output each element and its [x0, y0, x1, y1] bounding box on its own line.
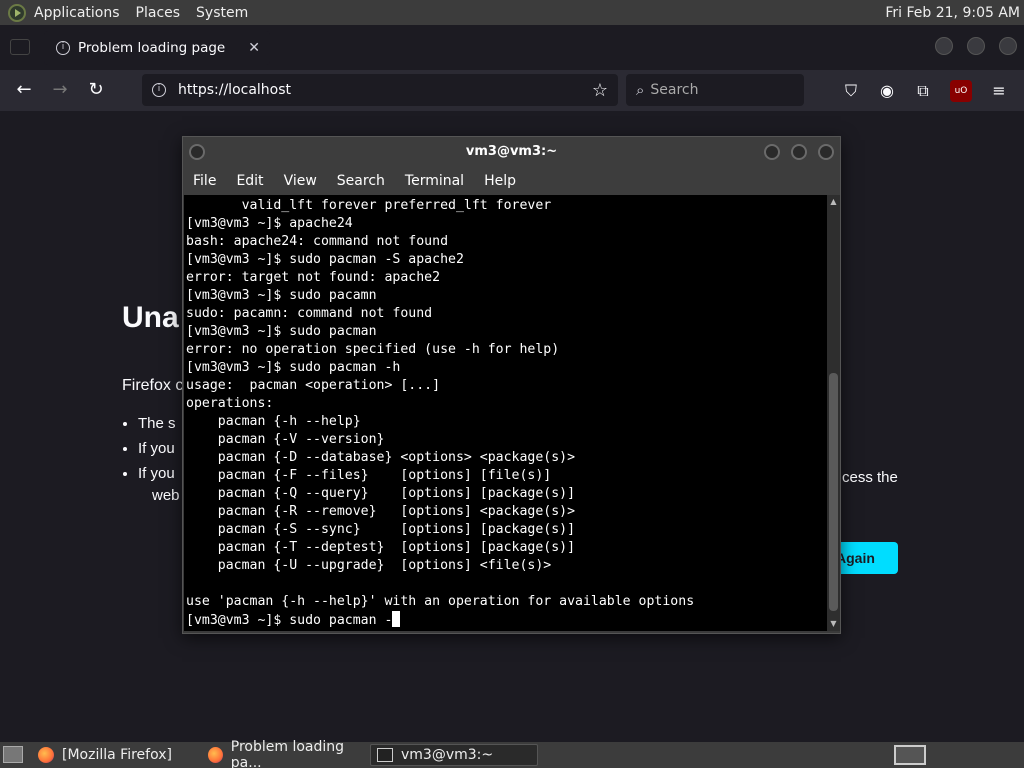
terminal-line: use 'pacman {-h --help}' with an operati… — [186, 594, 695, 609]
terminal-line: pacman {-U --upgrade} [options] <file(s)… — [186, 558, 552, 573]
firefox-icon — [208, 747, 223, 763]
terminal-title[interactable]: vm3@vm3:~ — [183, 137, 840, 167]
maximize-window-icon[interactable] — [967, 37, 985, 55]
terminal-line: bash: apache24: command not found — [186, 234, 449, 249]
error-description: Firefox c — [122, 377, 184, 394]
terminal-line: pacman {-R --remove} [options] <package(… — [186, 504, 576, 519]
task-label: [Mozilla Firefox] — [62, 747, 172, 763]
task-problem-loading[interactable]: Problem loading pa... — [202, 739, 368, 768]
menu-search[interactable]: Search — [327, 173, 395, 189]
close-window-icon[interactable] — [999, 37, 1017, 55]
forward-icon[interactable]: → — [46, 78, 74, 102]
places-menu[interactable]: Places — [128, 0, 189, 25]
terminal-line: operations: — [186, 396, 274, 411]
close-tab-icon[interactable]: ✕ — [248, 40, 260, 56]
scrollbar-thumb[interactable] — [829, 373, 838, 611]
terminal-scrollbar[interactable]: ▲ ▼ — [827, 195, 840, 631]
bookmark-star-icon[interactable]: ☆ — [592, 80, 608, 101]
terminal-window: vm3@vm3:~ File Edit View Search Terminal… — [182, 136, 841, 634]
url-bar[interactable]: i https://localhost ☆ — [142, 74, 618, 106]
reload-icon[interactable]: ↻ — [82, 78, 110, 102]
list-item: The s — [138, 415, 176, 432]
menu-file[interactable]: File — [183, 173, 226, 189]
close-icon[interactable] — [818, 144, 834, 160]
top-panel: Applications Places System Fri Feb 21, 9… — [0, 0, 1024, 25]
text-cursor — [392, 611, 401, 627]
menu-view[interactable]: View — [274, 173, 327, 189]
scroll-down-icon[interactable]: ▼ — [829, 619, 838, 629]
scroll-up-icon[interactable]: ▲ — [829, 197, 838, 207]
menu-edit[interactable]: Edit — [226, 173, 273, 189]
suggestion-fragment: cess the — [842, 469, 898, 486]
terminal-output[interactable]: valid_lft forever preferred_lft forever … — [184, 195, 827, 631]
distro-logo-icon[interactable] — [8, 3, 26, 22]
minimize-icon[interactable] — [764, 144, 780, 160]
terminal-line: [vm3@vm3 ~]$ sudo pacman — [186, 324, 377, 339]
search-input[interactable]: ⌕ Search — [626, 74, 804, 106]
firefox-icon — [38, 747, 54, 763]
terminal-line: sudo: pacamn: command not found — [186, 306, 433, 321]
terminal-line: pacman {-h --help} — [186, 414, 361, 429]
task-terminal[interactable]: vm3@vm3:~ — [370, 744, 538, 766]
tab-title: Problem loading page — [78, 40, 226, 56]
task-mozilla-firefox[interactable]: [Mozilla Firefox] — [32, 744, 198, 766]
firefox-view-icon[interactable] — [10, 39, 30, 55]
tab-problem-loading[interactable]: i Problem loading page ✕ — [44, 31, 270, 65]
terminal-line: pacman {-F --files} [options] [file(s)] — [186, 468, 552, 483]
window-menu-icon[interactable] — [189, 144, 205, 160]
menu-help[interactable]: Help — [474, 173, 526, 189]
app-menu-icon[interactable]: ≡ — [988, 80, 1010, 102]
system-menu[interactable]: System — [188, 0, 256, 25]
bottom-taskbar: [Mozilla Firefox] Problem loading pa... … — [0, 739, 1024, 768]
url-text[interactable]: https://localhost — [178, 82, 291, 98]
search-placeholder: Search — [650, 82, 699, 98]
info-icon: i — [56, 41, 70, 55]
terminal-line: [vm3@vm3 ~]$ apache24 — [186, 216, 353, 231]
ublock-origin-icon[interactable]: uO — [950, 80, 972, 102]
terminal-line: pacman {-S --sync} [options] [package(s)… — [186, 522, 576, 537]
search-icon: ⌕ — [636, 81, 645, 99]
terminal-lines[interactable]: valid_lft forever preferred_lft forever … — [184, 195, 827, 630]
suggestion-continuation: web — [152, 487, 180, 504]
terminal-line: pacman {-V --version} — [186, 432, 385, 447]
error-heading: Una — [122, 301, 179, 334]
show-desktop-icon[interactable] — [3, 746, 23, 763]
terminal-line: [vm3@vm3 ~]$ sudo pacman -S apache2 — [186, 252, 464, 267]
terminal-line: error: no operation specified (use -h fo… — [186, 342, 560, 357]
terminal-line: valid_lft forever preferred_lft forever — [186, 198, 552, 213]
list-item: If you — [138, 440, 176, 457]
terminal-line: [vm3@vm3 ~]$ sudo pacamn — [186, 288, 377, 303]
clock[interactable]: Fri Feb 21, 9:05 AM — [885, 5, 1024, 21]
minimize-window-icon[interactable] — [935, 37, 953, 55]
terminal-line: pacman {-T --deptest} [options] [package… — [186, 540, 576, 555]
prompt-line: [vm3@vm3 ~]$ sudo pacman - — [186, 613, 393, 628]
task-label: Problem loading pa... — [230, 739, 345, 768]
terminal-line: pacman {-D --database} <options> <packag… — [186, 450, 576, 465]
terminal-line: pacman {-Q --query} [options] [package(s… — [186, 486, 576, 501]
site-info-icon[interactable]: i — [152, 83, 166, 97]
terminal-menu-bar: File Edit View Search Terminal Help — [183, 167, 840, 195]
pocket-icon[interactable]: ⛉ — [840, 80, 862, 102]
terminal-line: error: target not found: apache2 — [186, 270, 441, 285]
terminal-icon — [377, 748, 393, 762]
back-icon[interactable]: ← — [10, 78, 38, 102]
firefox-tab-bar: i Problem loading page ✕ — [0, 25, 1024, 70]
terminal-line: [vm3@vm3 ~]$ sudo pacman -h — [186, 360, 401, 375]
maximize-icon[interactable] — [791, 144, 807, 160]
applications-menu[interactable]: Applications — [32, 0, 128, 25]
extensions-icon[interactable]: ⧉ — [912, 80, 934, 102]
account-icon[interactable]: ◉ — [876, 80, 898, 102]
terminal-line: usage: pacman <operation> [...] — [186, 378, 441, 393]
firefox-nav-bar: ← → ↻ i https://localhost ☆ ⌕ Search ⛉ ◉… — [0, 70, 1024, 111]
list-item: If you — [138, 465, 176, 482]
menu-terminal[interactable]: Terminal — [395, 173, 474, 189]
task-label: vm3@vm3:~ — [401, 747, 494, 763]
workspace-switcher[interactable] — [894, 745, 926, 765]
error-suggestions: The s If you If you — [138, 415, 176, 490]
